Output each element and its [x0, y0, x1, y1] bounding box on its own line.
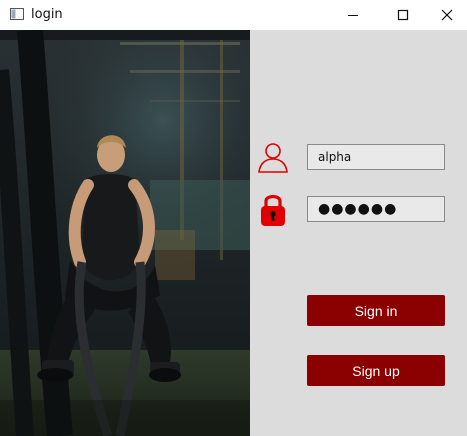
password-field[interactable]: ●●●●●●: [307, 196, 445, 222]
title-bar[interactable]: login: [0, 0, 467, 30]
username-field[interactable]: alpha: [307, 144, 445, 170]
lock-icon: [261, 194, 285, 226]
sign-up-button[interactable]: Sign up: [307, 355, 445, 386]
sign-in-button[interactable]: Sign in: [307, 295, 445, 326]
close-icon: [441, 9, 453, 21]
user-icon: [258, 143, 288, 173]
maximize-button[interactable]: [380, 0, 426, 30]
window-title: login: [31, 7, 63, 22]
window-icon: [10, 8, 24, 20]
minimize-icon: [348, 15, 358, 16]
fitness-photo-illustration: [0, 30, 250, 436]
minimize-button[interactable]: [330, 0, 376, 30]
login-window: login alpha ●●●●●● Sign in Sign up: [0, 0, 467, 436]
maximize-icon: [397, 9, 409, 21]
close-button[interactable]: [424, 0, 467, 30]
fitness-photo: [0, 30, 250, 436]
